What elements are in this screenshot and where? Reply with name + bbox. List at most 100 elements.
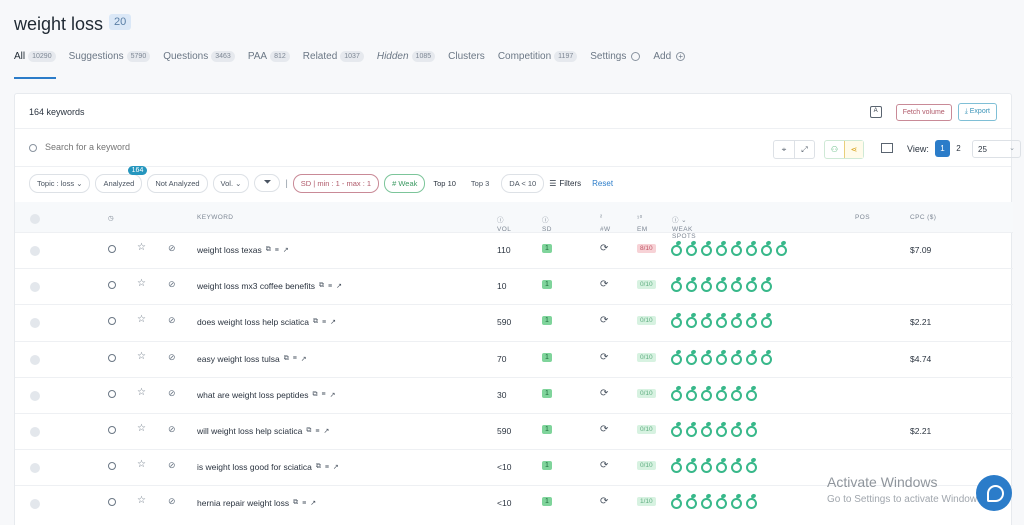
sd-filter[interactable]: SD | min : 1 - max : 1 <box>292 173 380 193</box>
refresh-icon[interactable]: ⟳ <box>600 460 608 471</box>
list-icon[interactable]: ≡ <box>275 247 279 254</box>
weak-filter[interactable]: # Weak <box>384 173 426 193</box>
weak-spot-icon[interactable] <box>730 277 744 293</box>
weak-spot-icon[interactable] <box>700 277 714 293</box>
refresh-icon[interactable]: ⟳ <box>600 279 608 290</box>
tab-paa[interactable]: PAA 812 <box>248 51 290 62</box>
weak-spot-icon[interactable] <box>730 386 744 402</box>
weak-spot-icon[interactable] <box>700 350 714 366</box>
copy-icon[interactable]: ⧉ <box>313 391 318 399</box>
row-checkbox[interactable] <box>30 282 40 293</box>
weak-spot-icon[interactable] <box>745 422 759 438</box>
weak-spot-icon[interactable] <box>685 350 699 366</box>
history-icon[interactable] <box>108 462 116 471</box>
copy-icon[interactable]: ⧉ <box>313 318 318 326</box>
weak-spot-icon[interactable] <box>700 241 714 257</box>
select-all-checkbox[interactable] <box>30 214 40 224</box>
external-link-icon[interactable]: ↗ <box>330 318 336 326</box>
external-link-icon[interactable]: ↗ <box>283 246 289 254</box>
analyzed-filter[interactable]: Analyzed 164 <box>95 165 148 193</box>
weak-spot-icon[interactable] <box>760 313 774 329</box>
external-link-icon[interactable]: ↗ <box>336 282 342 290</box>
hide-icon[interactable]: ⊘ <box>168 352 176 363</box>
table-view-icon[interactable] <box>881 143 893 153</box>
refresh-icon[interactable]: ⟳ <box>600 388 608 399</box>
chat-support-button[interactable] <box>976 475 1012 511</box>
weak-spot-icon[interactable] <box>715 241 729 257</box>
history-icon[interactable] <box>108 281 116 290</box>
row-checkbox[interactable] <box>30 463 40 474</box>
weak-spot-icon[interactable] <box>745 494 759 510</box>
list-icon[interactable]: ≡ <box>302 500 306 507</box>
col-vol[interactable]: VOL ⓘ <box>497 214 511 233</box>
weak-spot-icon[interactable] <box>715 458 729 474</box>
weak-spot-icon[interactable] <box>745 241 759 257</box>
row-checkbox[interactable] <box>30 499 40 510</box>
top10-filter[interactable]: Top 10 <box>430 175 459 192</box>
weak-spot-icon[interactable] <box>700 494 714 510</box>
weak-spot-icon[interactable] <box>775 241 789 257</box>
view-page-1[interactable]: 1 <box>935 140 950 157</box>
copy-icon[interactable]: ⧉ <box>284 355 289 363</box>
tab-related[interactable]: Related 1037 <box>303 51 364 62</box>
reset-link[interactable]: Reset <box>592 179 613 188</box>
hide-icon[interactable]: ⊘ <box>168 496 176 507</box>
row-checkbox[interactable] <box>30 427 40 437</box>
fetch-volume-button[interactable]: Fetch volume <box>895 103 952 121</box>
weak-spot-icon[interactable] <box>685 241 699 257</box>
copy-icon[interactable]: ⧉ <box>319 282 324 290</box>
refresh-icon[interactable]: ⟳ <box>600 243 608 254</box>
weak-spot-icon[interactable] <box>700 313 714 329</box>
col-keyword[interactable]: KEYWORD <box>197 214 233 221</box>
weak-spot-icon[interactable] <box>670 277 684 293</box>
weak-spot-icon[interactable] <box>685 386 699 402</box>
copy-icon[interactable]: ⧉ <box>293 499 298 507</box>
col-pos[interactable]: POS <box>855 214 870 221</box>
search-input[interactable] <box>45 142 345 152</box>
export-button[interactable]: ⤓ Export <box>957 103 997 121</box>
weak-spot-icon[interactable] <box>700 458 714 474</box>
weak-spot-icon[interactable] <box>670 313 684 329</box>
tab-settings[interactable]: Settings <box>590 51 641 62</box>
list-icon[interactable]: ≡ <box>315 428 319 435</box>
funnel-icon[interactable]: ⏷ <box>254 174 281 192</box>
star-icon[interactable]: ☆ <box>137 278 146 289</box>
history-icon[interactable] <box>108 353 116 362</box>
history-icon[interactable] <box>108 317 116 326</box>
keyword-text[interactable]: easy weight loss tulsa <box>197 354 280 364</box>
list-icon[interactable]: ≡ <box>293 355 297 362</box>
weak-spot-icon[interactable] <box>745 458 759 474</box>
keyword-text[interactable]: weight loss texas <box>197 245 262 255</box>
col-em[interactable]: EM ¹⁰ <box>637 214 647 233</box>
weak-spot-icon[interactable] <box>685 494 699 510</box>
tab-clusters[interactable]: Clusters <box>448 51 485 62</box>
col-sd[interactable]: SD ⓘ <box>542 214 551 233</box>
star-icon[interactable]: ☆ <box>137 495 146 506</box>
star-icon[interactable]: ☆ <box>137 387 146 398</box>
refresh-icon[interactable]: ⟳ <box>600 496 608 507</box>
share-icon[interactable]: ⋖ <box>844 141 863 158</box>
weak-spot-icon[interactable] <box>745 313 759 329</box>
keyword-text[interactable]: hernia repair weight loss <box>197 498 289 508</box>
star-icon[interactable]: ☆ <box>137 314 146 325</box>
hide-icon[interactable]: ⊘ <box>168 279 176 290</box>
external-link-icon[interactable]: ↗ <box>323 427 329 435</box>
weak-spot-icon[interactable] <box>685 458 699 474</box>
weak-spot-icon[interactable] <box>715 386 729 402</box>
list-icon[interactable]: ≡ <box>322 319 326 326</box>
table-row[interactable]: ☆ ⊘ what are weight loss peptides ⧉ ≡ ↗ 30 1 ⟳ 0/… <box>15 376 1013 413</box>
keyword-text[interactable]: what are weight loss peptides <box>197 390 309 400</box>
not-analyzed-filter[interactable]: Not Analyzed <box>147 173 208 193</box>
weak-spot-icon[interactable] <box>760 277 774 293</box>
refresh-icon[interactable]: ⟳ <box>600 315 608 326</box>
weak-spot-icon[interactable] <box>670 494 684 510</box>
row-checkbox[interactable] <box>30 318 40 329</box>
location-pin-icon[interactable]: ⌖ <box>774 141 794 158</box>
weak-spot-icon[interactable] <box>685 277 699 293</box>
external-link-icon[interactable]: ↗ <box>333 463 339 471</box>
hide-icon[interactable]: ⊘ <box>168 388 176 399</box>
weak-spot-icon[interactable] <box>685 422 699 438</box>
hide-icon[interactable]: ⊘ <box>168 460 176 471</box>
row-checkbox[interactable] <box>30 354 40 365</box>
weak-spot-icon[interactable] <box>745 277 759 293</box>
